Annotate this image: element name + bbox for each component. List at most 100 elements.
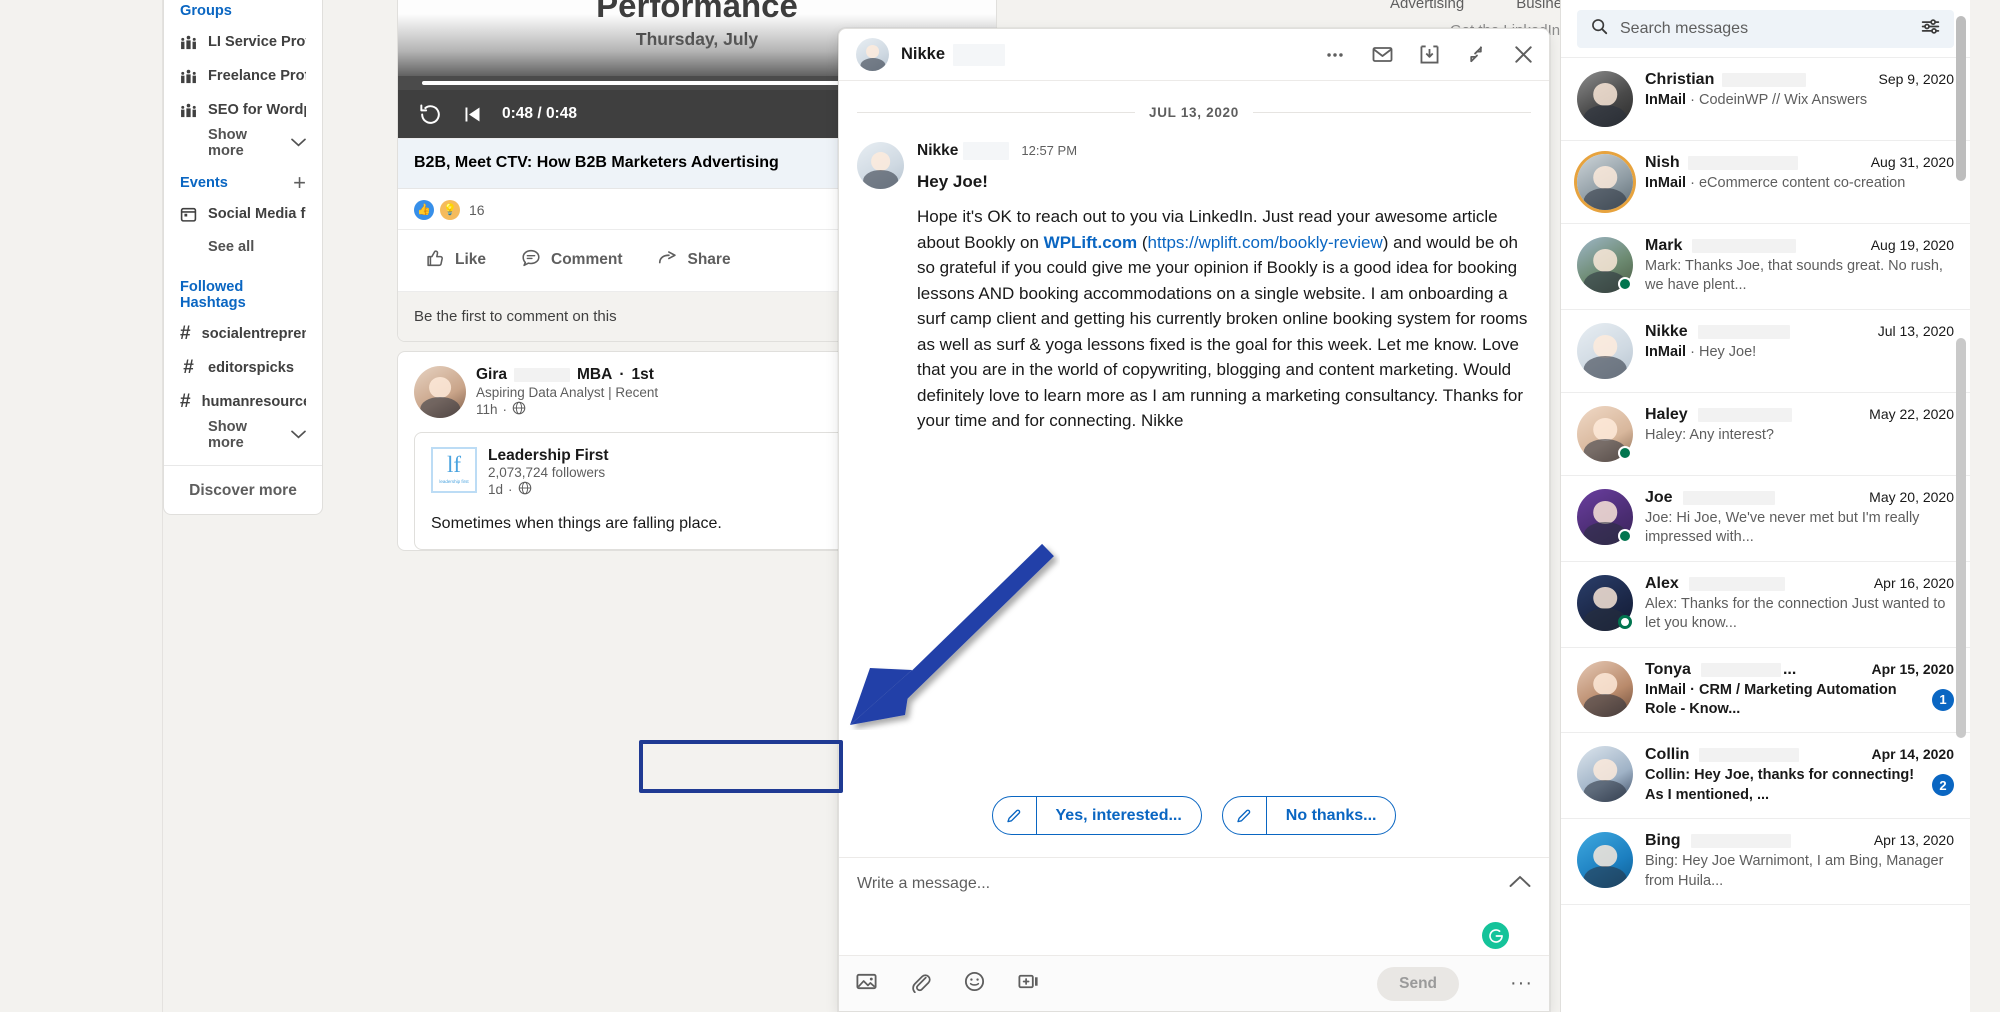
company-logo[interactable]: lf leadership first xyxy=(431,447,477,493)
list-item[interactable]: Haley May 22, 2020 Haley: Any interest? xyxy=(1561,393,1970,476)
send-button[interactable]: Send xyxy=(1377,967,1459,1001)
image-icon[interactable] xyxy=(855,970,878,998)
calendar-icon xyxy=(180,206,197,223)
avatar-wrapper xyxy=(1577,406,1633,462)
snippet-text: Hey Joe! xyxy=(1699,344,1756,360)
conversation-date: Apr 14, 2020 xyxy=(1866,746,1955,762)
sidebar-event-item[interactable]: Social Media for Your Online... xyxy=(180,197,306,231)
conversation-top-line: Tonya... Apr 15, 2020 xyxy=(1645,661,1954,679)
online-presence-indicator xyxy=(1618,446,1632,460)
list-item[interactable]: Mark Aug 19, 2020 Mark: Thanks Joe, that… xyxy=(1561,224,1970,310)
collapse-icon[interactable] xyxy=(1464,43,1488,67)
sidebar-group-freelance[interactable]: Freelance Professionals xyxy=(180,59,306,93)
list-item[interactable]: Bing Apr 13, 2020 Bing: Hey Joe Warnimon… xyxy=(1561,819,1970,905)
separator-line-right xyxy=(1253,112,1531,113)
avatar-wrapper xyxy=(1577,832,1633,888)
sidebar-hashtag-label: socialentrepreneurship xyxy=(202,326,306,342)
archive-icon[interactable] xyxy=(1417,43,1441,67)
message-sender-name[interactable]: Nikke xyxy=(917,142,1009,160)
sidebar-hashtag-socialentrepreneurship[interactable]: # socialentrepreneurship xyxy=(180,317,306,351)
scrollbar-track[interactable] xyxy=(1956,8,1966,1004)
avatar[interactable] xyxy=(1577,323,1633,379)
scrollbar-thumb[interactable] xyxy=(1956,338,1966,738)
quick-reply-yes-label: Yes, interested... xyxy=(1037,807,1201,825)
grammarly-icon[interactable] xyxy=(1482,922,1509,949)
like-button[interactable]: Like xyxy=(412,238,498,283)
comment-button[interactable]: Comment xyxy=(508,238,634,283)
conversation-first-name: Christian xyxy=(1645,71,1714,89)
search-input[interactable]: Search messages xyxy=(1620,20,1909,38)
list-item[interactable]: Collin Apr 14, 2020 Collin: Hey Joe, tha… xyxy=(1561,733,1970,819)
avatar-wrapper xyxy=(1577,237,1633,293)
pencil-icon[interactable] xyxy=(993,797,1037,834)
avatar[interactable] xyxy=(1577,832,1633,888)
bookly-review-url-link[interactable]: https://wplift.com/bookly-review xyxy=(1148,233,1383,252)
hashtags-section-header: Followed Hashtags xyxy=(180,279,306,311)
groups-show-more-button[interactable]: Show more xyxy=(180,127,306,159)
post-time: 11h · xyxy=(476,401,658,418)
message-overlay-header: Nikke xyxy=(839,29,1549,81)
hashtags-show-more-button[interactable]: Show more xyxy=(180,419,306,451)
emoji-icon[interactable] xyxy=(963,970,986,998)
post-author-name[interactable]: Gira MBA · 1st xyxy=(476,366,658,384)
avatar[interactable] xyxy=(1577,71,1633,127)
message-compose-area: Write a message... xyxy=(839,857,1549,1011)
list-item[interactable]: Tonya... Apr 15, 2020 InMail · CRM / Mar… xyxy=(1561,648,1970,734)
unread-badge: 2 xyxy=(1932,774,1954,796)
chevron-up-icon[interactable] xyxy=(1509,875,1531,893)
list-item[interactable]: Joe May 20, 2020 Joe: Hi Joe, We've neve… xyxy=(1561,476,1970,562)
sidebar-group-label: Freelance Professionals xyxy=(208,68,306,84)
comment-label: Comment xyxy=(551,251,622,269)
avatar[interactable] xyxy=(1577,746,1633,802)
mark-unread-icon[interactable] xyxy=(1370,43,1394,67)
list-item[interactable]: Christian Sep 9, 2020 InMail · CodeinWP … xyxy=(1561,57,1970,141)
message-input[interactable]: Write a message... xyxy=(857,875,990,893)
conversation-body: Nikke Jul 13, 2020 InMail · Hey Joe! xyxy=(1645,323,1954,362)
conversation-date: Apr 13, 2020 xyxy=(1868,832,1954,848)
wplift-link[interactable]: WPLift.com xyxy=(1044,233,1138,252)
conversation-first-name: Nish xyxy=(1645,154,1680,172)
avatar[interactable] xyxy=(1577,661,1633,717)
sidebar-hashtag-humanresources[interactable]: # humanresources xyxy=(180,385,306,419)
share-button[interactable]: Share xyxy=(645,238,743,283)
snippet-text: CodeinWP // Wix Answers xyxy=(1699,92,1867,108)
discover-more-button[interactable]: Discover more xyxy=(164,465,322,500)
sidebar-group-li-service[interactable]: LI Service Provider Group xyxy=(180,25,306,59)
conversation-first-name: Bing xyxy=(1645,832,1681,850)
compose-more-options-icon[interactable]: ··· xyxy=(1510,972,1533,995)
sidebar-hashtag-editorspicks[interactable]: # editorspicks xyxy=(180,351,306,385)
search-messages-box[interactable]: Search messages xyxy=(1577,10,1954,48)
attachment-icon[interactable] xyxy=(909,970,932,998)
conversation-title[interactable]: Nikke xyxy=(901,44,1005,66)
background-link-advertising[interactable]: Advertising xyxy=(1390,0,1464,12)
add-event-button[interactable]: + xyxy=(293,176,306,190)
sidebar-group-seo[interactable]: SEO for Wordpress xyxy=(180,93,306,127)
filter-icon[interactable] xyxy=(1920,16,1941,42)
avatar[interactable] xyxy=(857,142,904,189)
pencil-icon[interactable] xyxy=(1223,797,1267,834)
list-item[interactable]: Nikke Jul 13, 2020 InMail · Hey Joe! xyxy=(1561,310,1970,393)
video-icon[interactable] xyxy=(1017,970,1040,998)
scrollbar-thumb-top[interactable] xyxy=(1956,16,1966,181)
list-item[interactable]: Alex Apr 16, 2020 Alex: Thanks for the c… xyxy=(1561,562,1970,648)
conversation-body: Nish Aug 31, 2020 InMail · eCommerce con… xyxy=(1645,154,1954,193)
list-item[interactable]: Nish Aug 31, 2020 InMail · eCommerce con… xyxy=(1561,141,1970,224)
reaction-count[interactable]: 16 xyxy=(469,202,485,218)
post-author-suffix: MBA xyxy=(577,366,612,384)
quick-reply-no-button[interactable]: No thanks... xyxy=(1222,796,1397,835)
loop-icon[interactable] xyxy=(418,102,443,127)
conversation-body: Collin Apr 14, 2020 Collin: Hey Joe, tha… xyxy=(1645,746,1954,805)
more-options-icon[interactable] xyxy=(1323,43,1347,67)
reshared-page-name[interactable]: Leadership First xyxy=(488,447,609,465)
events-see-all-button[interactable]: See all xyxy=(180,231,306,263)
reshared-time-label: 1d xyxy=(488,482,503,497)
globe-icon xyxy=(512,401,526,418)
close-icon[interactable] xyxy=(1511,43,1535,67)
online-presence-indicator xyxy=(1618,277,1632,291)
previous-icon[interactable] xyxy=(462,104,483,125)
quick-reply-yes-button[interactable]: Yes, interested... xyxy=(992,796,1202,835)
avatar[interactable] xyxy=(1577,154,1633,210)
avatar[interactable] xyxy=(414,366,466,418)
avatar[interactable] xyxy=(856,38,889,71)
insight-reaction-icon: 💡 xyxy=(440,200,460,220)
